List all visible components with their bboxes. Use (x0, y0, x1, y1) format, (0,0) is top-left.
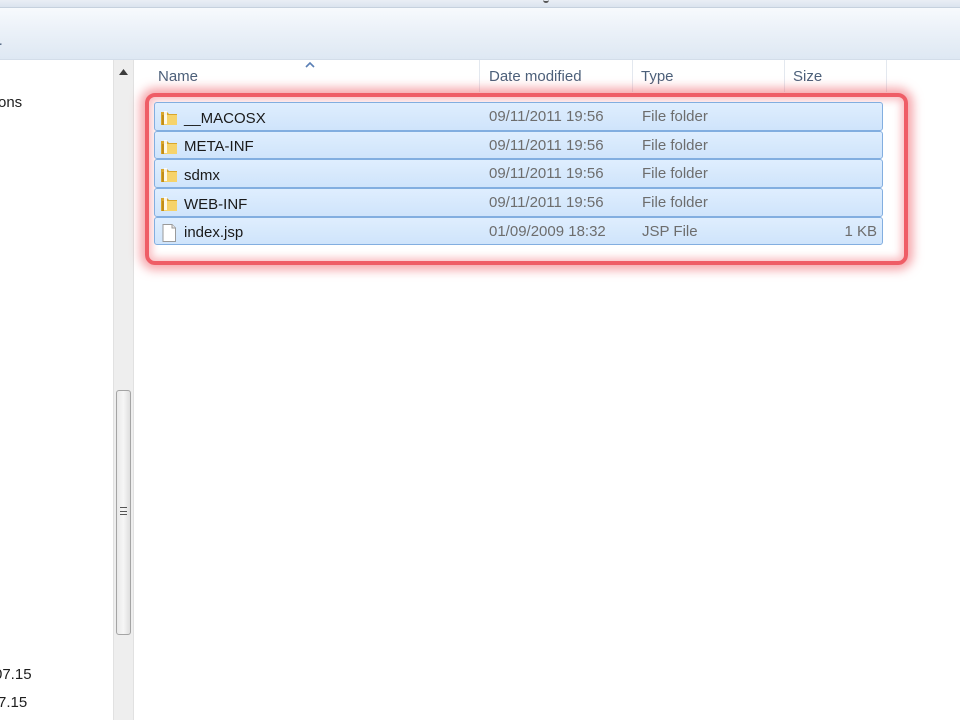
date-cell: 01/09/2009 18:32 (489, 222, 606, 240)
folder-icon (161, 139, 177, 154)
column-header-type[interactable]: Type (633, 60, 785, 92)
column-header-name[interactable]: Name (150, 60, 480, 92)
type-cell: File folder (642, 108, 708, 125)
folder-icon (161, 111, 177, 125)
date-cell: 09/11/2011 19:56 (489, 108, 604, 125)
nav-item-partial[interactable]: ons (0, 94, 22, 111)
name-cell: WEB-INF (159, 194, 247, 214)
nav-item-partial[interactable]: 7.15 (0, 694, 27, 711)
file-name: __MACOSX (184, 109, 266, 127)
type-cell: File folder (642, 165, 708, 183)
column-header-label: Date modified (489, 68, 582, 85)
date-cell: 09/11/2011 19:56 (489, 165, 604, 183)
name-cell: __MACOSX (159, 108, 266, 128)
nav-item-partial[interactable]: 07.15 (0, 666, 32, 683)
date-cell: 09/11/2011 19:56 (489, 136, 604, 154)
title-text-fragment (543, 0, 549, 3)
type-cell: File folder (642, 136, 708, 154)
name-cell: sdmx (159, 165, 220, 185)
name-cell: index.jsp (159, 223, 243, 243)
file-row[interactable]: META-INF 09/11/2011 19:56 File folder (154, 130, 883, 160)
file-rows: __MACOSX 09/11/2011 19:56 File folder ME… (154, 102, 883, 246)
file-name: sdmx (184, 166, 220, 184)
column-header-date[interactable]: Date modified (480, 60, 633, 92)
address-toolbar: r (0, 8, 960, 60)
file-list-pane: Name Date modified Type Size __MACOSX 09… (134, 60, 960, 720)
file-icon (162, 223, 176, 242)
column-header-label: Type (641, 68, 674, 85)
column-header-size[interactable]: Size (785, 60, 887, 92)
toolbar-text-fragment[interactable]: r (0, 38, 2, 54)
type-cell: JSP File (642, 222, 698, 240)
folder-icon (161, 197, 177, 212)
scroll-up-arrow-icon[interactable] (114, 60, 133, 84)
file-name: WEB-INF (184, 195, 248, 213)
grip-icon (120, 507, 127, 515)
sort-ascending-icon (305, 61, 315, 68)
column-headers: Name Date modified Type Size (150, 60, 887, 92)
file-row[interactable]: index.jsp 01/09/2009 18:32 JSP File 1 KB (154, 216, 883, 246)
column-header-label: Name (158, 68, 199, 85)
file-row[interactable]: WEB-INF 09/11/2011 19:56 File folder (154, 188, 883, 217)
size-cell: 1 KB (844, 222, 877, 240)
folder-icon (161, 168, 177, 183)
type-cell: File folder (642, 194, 708, 212)
file-name: index.jsp (184, 224, 244, 242)
scroll-thumb[interactable] (116, 390, 131, 635)
file-name: META-INF (184, 138, 254, 156)
column-header-label: Size (793, 68, 823, 85)
navigation-pane: ons 07.15 7.15 (0, 60, 113, 720)
nav-scrollbar[interactable] (113, 60, 134, 720)
title-bar (0, 0, 960, 8)
file-row[interactable]: __MACOSX 09/11/2011 19:56 File folder (154, 102, 883, 131)
file-row[interactable]: sdmx 09/11/2011 19:56 File folder (154, 159, 883, 188)
date-cell: 09/11/2011 19:56 (489, 194, 604, 212)
name-cell: META-INF (159, 137, 254, 157)
